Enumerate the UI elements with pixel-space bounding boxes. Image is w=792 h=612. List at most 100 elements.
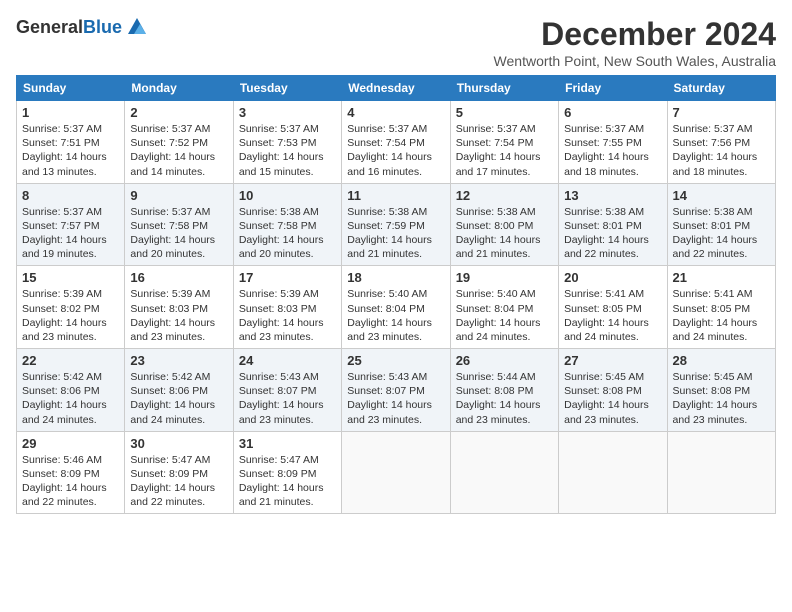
calendar-cell: 13Sunrise: 5:38 AMSunset: 8:01 PMDayligh…	[559, 183, 667, 266]
day-info: Sunrise: 5:45 AMSunset: 8:08 PMDaylight:…	[564, 370, 661, 427]
day-number: 21	[673, 270, 770, 285]
calendar-cell: 10 Sunrise: 5:38 AMSunset: 7:58 PMDayligh…	[233, 183, 341, 266]
day-info: Sunrise: 5:39 AMSunset: 8:02 PMDaylight:…	[22, 287, 119, 344]
calendar-cell: 16 Sunrise: 5:39 AMSunset: 8:03 PMDayligh…	[125, 266, 233, 349]
header-row: SundayMondayTuesdayWednesdayThursdayFrid…	[17, 76, 776, 101]
calendar-week-5: 29 Sunrise: 5:46 AMSunset: 8:09 PMDayligh…	[17, 431, 776, 514]
day-info: Sunrise: 5:38 AMSunset: 8:00 PMDaylight:…	[456, 205, 553, 262]
header-cell-sunday: Sunday	[17, 76, 125, 101]
calendar-cell: 28Sunrise: 5:45 AMSunset: 8:08 PMDayligh…	[667, 349, 775, 432]
header: GeneralBlue December 2024 Wentworth Poin…	[16, 16, 776, 69]
calendar-cell: 7 Sunrise: 5:37 AMSunset: 7:56 PMDaylight…	[667, 101, 775, 184]
calendar-cell: 11 Sunrise: 5:38 AMSunset: 7:59 PMDayligh…	[342, 183, 450, 266]
day-info: Sunrise: 5:37 AMSunset: 7:58 PMDaylight:…	[130, 205, 227, 262]
day-info: Sunrise: 5:43 AMSunset: 8:07 PMDaylight:…	[239, 370, 336, 427]
calendar-cell: 17Sunrise: 5:39 AMSunset: 8:03 PMDayligh…	[233, 266, 341, 349]
day-number: 23	[130, 353, 227, 368]
day-info: Sunrise: 5:42 AMSunset: 8:06 PMDaylight:…	[22, 370, 119, 427]
calendar-cell: 9 Sunrise: 5:37 AMSunset: 7:58 PMDaylight…	[125, 183, 233, 266]
day-info: Sunrise: 5:38 AMSunset: 7:58 PMDaylight:…	[239, 205, 336, 262]
day-info: Sunrise: 5:37 AMSunset: 7:52 PMDaylight:…	[130, 122, 227, 179]
day-number: 12	[456, 188, 553, 203]
day-number: 26	[456, 353, 553, 368]
calendar-cell: 12 Sunrise: 5:38 AMSunset: 8:00 PMDayligh…	[450, 183, 558, 266]
day-info: Sunrise: 5:37 AMSunset: 7:56 PMDaylight:…	[673, 122, 770, 179]
logo: GeneralBlue	[16, 16, 148, 38]
day-info: Sunrise: 5:41 AMSunset: 8:05 PMDaylight:…	[673, 287, 770, 344]
day-number: 28	[673, 353, 770, 368]
calendar-cell: 30 Sunrise: 5:47 AMSunset: 8:09 PMDayligh…	[125, 431, 233, 514]
day-info: Sunrise: 5:38 AMSunset: 8:01 PMDaylight:…	[673, 205, 770, 262]
logo-icon	[126, 16, 148, 38]
calendar-cell: 19 Sunrise: 5:40 AMSunset: 8:04 PMDayligh…	[450, 266, 558, 349]
header-cell-saturday: Saturday	[667, 76, 775, 101]
day-info: Sunrise: 5:37 AMSunset: 7:57 PMDaylight:…	[22, 205, 119, 262]
day-number: 16	[130, 270, 227, 285]
day-info: Sunrise: 5:41 AMSunset: 8:05 PMDaylight:…	[564, 287, 661, 344]
calendar-cell: 18 Sunrise: 5:40 AMSunset: 8:04 PMDayligh…	[342, 266, 450, 349]
header-cell-monday: Monday	[125, 76, 233, 101]
day-info: Sunrise: 5:40 AMSunset: 8:04 PMDaylight:…	[347, 287, 444, 344]
day-info: Sunrise: 5:38 AMSunset: 7:59 PMDaylight:…	[347, 205, 444, 262]
calendar-cell: 3Sunrise: 5:37 AMSunset: 7:53 PMDaylight…	[233, 101, 341, 184]
header-cell-wednesday: Wednesday	[342, 76, 450, 101]
day-number: 19	[456, 270, 553, 285]
day-number: 7	[673, 105, 770, 120]
day-number: 1	[22, 105, 119, 120]
day-number: 13	[564, 188, 661, 203]
day-info: Sunrise: 5:43 AMSunset: 8:07 PMDaylight:…	[347, 370, 444, 427]
logo-general: General	[16, 17, 83, 37]
calendar-week-3: 15Sunrise: 5:39 AMSunset: 8:02 PMDayligh…	[17, 266, 776, 349]
day-info: Sunrise: 5:46 AMSunset: 8:09 PMDaylight:…	[22, 453, 119, 510]
day-number: 31	[239, 436, 336, 451]
day-number: 11	[347, 188, 444, 203]
day-number: 22	[22, 353, 119, 368]
calendar-week-1: 1Sunrise: 5:37 AMSunset: 7:51 PMDaylight…	[17, 101, 776, 184]
calendar-week-4: 22 Sunrise: 5:42 AMSunset: 8:06 PMDayligh…	[17, 349, 776, 432]
day-number: 10	[239, 188, 336, 203]
day-number: 6	[564, 105, 661, 120]
day-number: 4	[347, 105, 444, 120]
day-number: 27	[564, 353, 661, 368]
header-cell-tuesday: Tuesday	[233, 76, 341, 101]
calendar-cell	[450, 431, 558, 514]
day-number: 29	[22, 436, 119, 451]
calendar-cell: 15Sunrise: 5:39 AMSunset: 8:02 PMDayligh…	[17, 266, 125, 349]
day-number: 18	[347, 270, 444, 285]
calendar-cell	[559, 431, 667, 514]
calendar-cell: 26 Sunrise: 5:44 AMSunset: 8:08 PMDayligh…	[450, 349, 558, 432]
day-number: 30	[130, 436, 227, 451]
day-number: 9	[130, 188, 227, 203]
calendar-cell: 4 Sunrise: 5:37 AMSunset: 7:54 PMDaylight…	[342, 101, 450, 184]
calendar-cell: 2 Sunrise: 5:37 AMSunset: 7:52 PMDaylight…	[125, 101, 233, 184]
calendar-cell: 8 Sunrise: 5:37 AMSunset: 7:57 PMDaylight…	[17, 183, 125, 266]
calendar-week-2: 8 Sunrise: 5:37 AMSunset: 7:57 PMDaylight…	[17, 183, 776, 266]
calendar-cell: 27 Sunrise: 5:45 AMSunset: 8:08 PMDayligh…	[559, 349, 667, 432]
calendar-cell: 21 Sunrise: 5:41 AMSunset: 8:05 PMDayligh…	[667, 266, 775, 349]
day-info: Sunrise: 5:39 AMSunset: 8:03 PMDaylight:…	[130, 287, 227, 344]
logo-blue: Blue	[83, 17, 122, 37]
day-number: 24	[239, 353, 336, 368]
title-area: December 2024 Wentworth Point, New South…	[494, 16, 776, 69]
day-info: Sunrise: 5:39 AMSunset: 8:03 PMDaylight:…	[239, 287, 336, 344]
location-title: Wentworth Point, New South Wales, Austra…	[494, 53, 776, 69]
day-info: Sunrise: 5:37 AMSunset: 7:54 PMDaylight:…	[456, 122, 553, 179]
logo-text: GeneralBlue	[16, 17, 122, 38]
calendar-cell	[342, 431, 450, 514]
day-info: Sunrise: 5:44 AMSunset: 8:08 PMDaylight:…	[456, 370, 553, 427]
calendar-cell	[667, 431, 775, 514]
day-info: Sunrise: 5:47 AMSunset: 8:09 PMDaylight:…	[130, 453, 227, 510]
day-number: 8	[22, 188, 119, 203]
day-info: Sunrise: 5:37 AMSunset: 7:54 PMDaylight:…	[347, 122, 444, 179]
day-info: Sunrise: 5:37 AMSunset: 7:55 PMDaylight:…	[564, 122, 661, 179]
day-info: Sunrise: 5:40 AMSunset: 8:04 PMDaylight:…	[456, 287, 553, 344]
calendar-cell: 29 Sunrise: 5:46 AMSunset: 8:09 PMDayligh…	[17, 431, 125, 514]
calendar-cell: 14Sunrise: 5:38 AMSunset: 8:01 PMDayligh…	[667, 183, 775, 266]
calendar-cell: 24 Sunrise: 5:43 AMSunset: 8:07 PMDayligh…	[233, 349, 341, 432]
day-number: 5	[456, 105, 553, 120]
month-title: December 2024	[494, 16, 776, 53]
day-info: Sunrise: 5:47 AMSunset: 8:09 PMDaylight:…	[239, 453, 336, 510]
calendar-cell: 23Sunrise: 5:42 AMSunset: 8:06 PMDayligh…	[125, 349, 233, 432]
calendar-cell: 5 Sunrise: 5:37 AMSunset: 7:54 PMDaylight…	[450, 101, 558, 184]
day-number: 2	[130, 105, 227, 120]
